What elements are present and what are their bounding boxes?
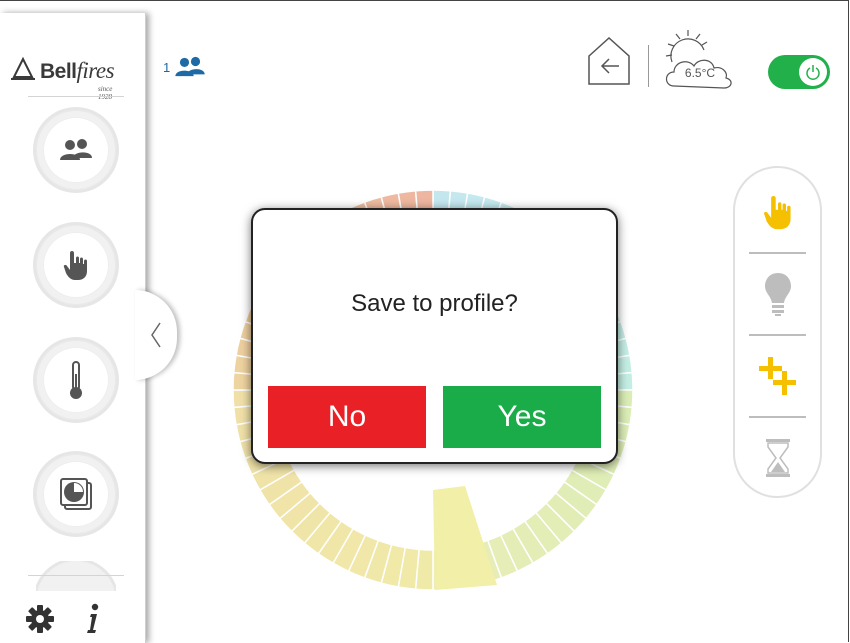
hand-icon [63, 251, 87, 280]
sidebar: Bellfires since 1928 [0, 13, 146, 643]
mode-light[interactable] [735, 256, 820, 332]
gear-icon[interactable] [26, 605, 54, 633]
sidebar-item-users[interactable] [36, 110, 116, 190]
header-divider [648, 45, 649, 87]
sidebar-item-more[interactable] [36, 561, 116, 591]
logo-text: Bellfires [40, 58, 115, 83]
power-knob [799, 58, 827, 86]
users-icon [175, 56, 205, 77]
users-icon [60, 139, 92, 160]
active-users-indicator[interactable]: 1 [163, 56, 206, 78]
power-icon [806, 65, 820, 80]
mode-selector [733, 166, 822, 498]
mode-manual[interactable] [735, 174, 820, 250]
hourglass-icon [765, 439, 790, 477]
sidebar-divider [28, 96, 124, 97]
mode-divider [749, 416, 806, 418]
sidebar-item-timer[interactable] [36, 454, 116, 534]
hand-icon [763, 196, 791, 230]
bulb-icon [764, 273, 791, 316]
mode-timer[interactable] [735, 420, 820, 496]
bell-logo-icon [11, 56, 35, 80]
dialog-title: Save to profile? [351, 290, 518, 317]
outdoor-temperature: 6.5°C [684, 66, 716, 80]
power-toggle[interactable] [768, 55, 830, 89]
bellfires-logo: Bellfires since 1928 [10, 55, 115, 101]
info-icon[interactable] [82, 603, 102, 635]
away-home-icon[interactable] [585, 34, 637, 88]
sidebar-divider-bottom [28, 575, 124, 576]
sidebar-bottom-icons [26, 603, 102, 635]
chevron-left-icon [151, 322, 161, 348]
clock-icon [60, 478, 92, 510]
mode-divider [749, 334, 806, 336]
save-profile-dialog: Save to profile? No Yes [251, 208, 618, 464]
mode-divider [749, 252, 806, 254]
sidebar-item-thermostat[interactable] [36, 340, 116, 420]
mode-boost[interactable] [735, 338, 820, 414]
sidebar-item-manual[interactable] [36, 225, 116, 305]
logo-since: since 1928 [98, 85, 113, 101]
no-button[interactable]: No [268, 386, 426, 448]
yes-button[interactable]: Yes [443, 386, 601, 448]
thermometer-icon [70, 361, 82, 399]
weather-cloud-sun-icon [665, 30, 732, 89]
users-count: 1 [163, 59, 171, 75]
plus-plus-icon [758, 357, 796, 395]
